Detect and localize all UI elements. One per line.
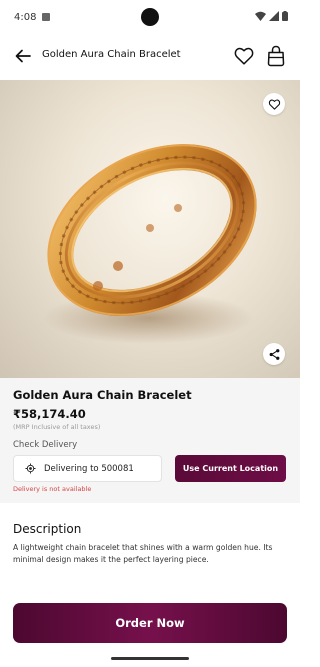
status-icons bbox=[255, 11, 288, 21]
wifi-icon bbox=[255, 11, 266, 21]
check-delivery-label: Check Delivery bbox=[13, 440, 78, 450]
heart-icon bbox=[234, 47, 254, 65]
product-price: ₹58,174.40 bbox=[13, 407, 86, 421]
image-wishlist-button[interactable] bbox=[263, 93, 285, 115]
mrp-note: (MRP Inclusive of all taxes) bbox=[13, 423, 101, 431]
notification-icon bbox=[42, 13, 51, 21]
gesture-navigation-bar[interactable] bbox=[111, 657, 189, 660]
delivery-error-message: Delivery is not available bbox=[13, 485, 92, 493]
camera-cutout bbox=[141, 8, 159, 26]
signal-icon bbox=[269, 11, 279, 21]
page-title: Golden Aura Chain Bracelet bbox=[42, 49, 181, 60]
description-text: A lightweight chain bracelet that shines… bbox=[13, 543, 273, 564]
product-info-section: Golden Aura Chain Bracelet ₹58,174.40 (M… bbox=[0, 378, 300, 503]
description-title: Description bbox=[13, 522, 82, 536]
bracelet-illustration bbox=[43, 144, 257, 344]
share-button[interactable] bbox=[263, 343, 285, 365]
cart-button[interactable] bbox=[266, 45, 286, 67]
app-bar: Golden Aura Chain Bracelet bbox=[0, 34, 300, 78]
shopping-bag-icon bbox=[267, 45, 285, 67]
product-name: Golden Aura Chain Bracelet bbox=[13, 388, 192, 402]
heart-icon bbox=[268, 99, 280, 110]
arrow-left-icon bbox=[15, 49, 31, 63]
battery-icon bbox=[282, 11, 288, 21]
use-current-location-button[interactable]: Use Current Location bbox=[175, 455, 286, 482]
order-now-button[interactable]: Order Now bbox=[13, 603, 287, 643]
location-target-icon bbox=[25, 463, 36, 474]
status-time: 4:08 bbox=[14, 11, 37, 23]
wishlist-button[interactable] bbox=[233, 45, 255, 67]
pincode-field[interactable]: Delivering to 500081 bbox=[13, 455, 162, 482]
pincode-text: Delivering to 500081 bbox=[44, 463, 134, 474]
back-button[interactable] bbox=[12, 45, 34, 67]
product-image bbox=[0, 80, 300, 378]
share-icon bbox=[269, 348, 279, 360]
